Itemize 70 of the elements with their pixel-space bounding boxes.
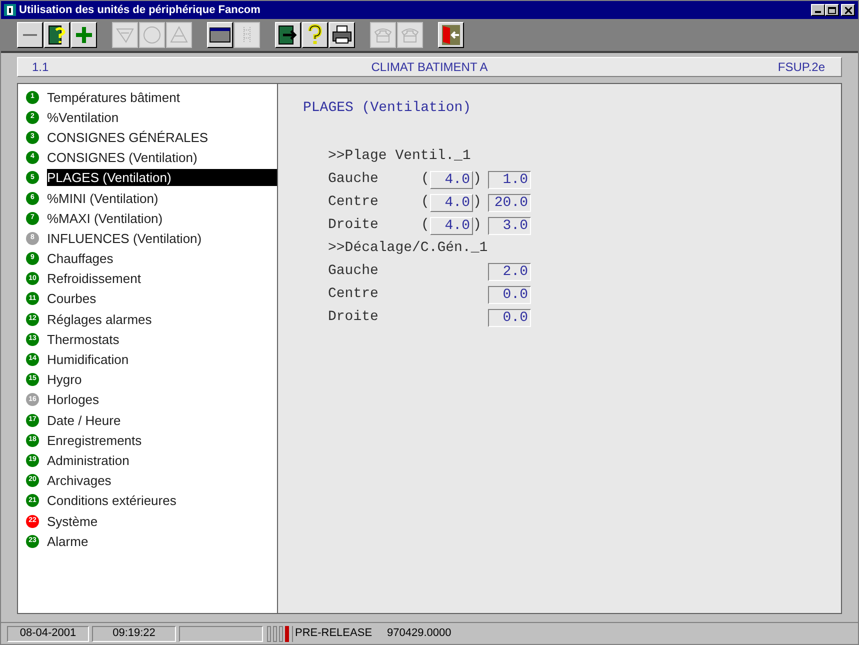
range-field: 4.0 xyxy=(430,194,473,212)
maximize-icon xyxy=(828,6,836,14)
minus-icon xyxy=(23,34,37,36)
menu-item[interactable]: %MAXI (Ventilation) xyxy=(47,210,277,227)
menu-item[interactable]: Réglages alarmes xyxy=(47,310,277,328)
open-parenthesis: ( xyxy=(421,170,430,189)
import-icon xyxy=(277,24,299,46)
menu-item[interactable]: Refroidissement xyxy=(47,270,277,288)
open-parenthesis: ( xyxy=(421,193,430,212)
range-field: 4.0 xyxy=(430,170,473,188)
app-icon xyxy=(4,4,16,16)
menu-item[interactable]: Humidification xyxy=(47,351,277,368)
param-label: Centre xyxy=(328,285,380,304)
menu-item[interactable]: PLAGES (Ventilation) xyxy=(47,169,277,186)
open-parenthesis: ( xyxy=(421,216,430,235)
version-label: 970429.0000 xyxy=(387,626,452,642)
param-label: Gauche xyxy=(328,262,380,281)
book-help-icon xyxy=(46,24,68,46)
menu-item[interactable]: Températures bâtiment xyxy=(47,88,277,106)
exit-door-icon xyxy=(440,24,462,46)
menu-item[interactable]: CONSIGNES GÉNÉRALES xyxy=(47,128,277,146)
section-label: >>Décalage/C.Gén._1 xyxy=(328,239,488,258)
menu-item[interactable]: Alarme xyxy=(47,532,277,550)
menu-item[interactable]: Administration xyxy=(47,452,277,469)
menu-item[interactable]: INFLUENCES (Ventilation) xyxy=(47,230,277,247)
menu-item[interactable]: Courbes xyxy=(47,290,277,308)
menu-item[interactable]: Horloges xyxy=(47,391,277,408)
menu-item[interactable]: %MINI (Ventilation) xyxy=(47,190,277,207)
value-field[interactable]: 0.0 xyxy=(488,308,531,326)
printer-icon xyxy=(331,24,353,46)
window-title: Utilisation des unités de périphérique Fancom xyxy=(19,2,260,18)
value-field[interactable]: 1.0 xyxy=(488,170,531,188)
menu-item[interactable]: Conditions extérieures xyxy=(47,492,277,510)
circle-icon xyxy=(141,24,163,46)
menu-item[interactable]: CONSIGNES (Ventilation) xyxy=(47,149,277,166)
release-label: PRE-RELEASE xyxy=(292,626,372,642)
header-title: CLIMAT BATIMENT A xyxy=(370,59,489,76)
header-code: FSUP.2e xyxy=(776,59,826,76)
close-button[interactable] xyxy=(841,4,855,16)
menu-item[interactable]: Enregistrements xyxy=(47,432,277,449)
value-field[interactable]: 2.0 xyxy=(488,262,531,280)
plus-icon xyxy=(73,24,95,46)
menu-item[interactable]: Thermostats xyxy=(47,330,277,348)
value-field[interactable]: 20.0 xyxy=(488,194,531,212)
param-label: Centre xyxy=(328,193,380,212)
close-parenthesis: ) xyxy=(473,193,482,212)
close-parenthesis: ) xyxy=(473,216,482,235)
maximize-button[interactable] xyxy=(825,4,839,16)
param-label: Droite xyxy=(328,308,380,327)
panel-title: PLAGES (Ventilation) xyxy=(303,99,472,118)
value-field[interactable]: 3.0 xyxy=(488,216,531,234)
param-label: Droite xyxy=(328,216,380,235)
status-indicator xyxy=(267,626,289,642)
close-parenthesis: ) xyxy=(473,170,482,189)
section-label: >>Plage Ventil._1 xyxy=(328,147,471,166)
menu-item[interactable]: Date / Heure xyxy=(47,412,277,429)
close-icon xyxy=(844,6,852,14)
header-number: 1.1 xyxy=(31,59,50,76)
minimize-button[interactable] xyxy=(811,4,825,16)
menu-item[interactable]: Système xyxy=(47,512,277,530)
status-time: 09:19:22 xyxy=(92,626,176,642)
menu-item[interactable]: %Ventilation xyxy=(47,108,277,126)
status-date: 08-04-2001 xyxy=(7,626,89,642)
menu-item[interactable]: Archivages xyxy=(47,472,277,490)
param-label: Gauche xyxy=(328,170,380,189)
range-field: 4.0 xyxy=(430,216,473,234)
menu-item[interactable]: Hygro xyxy=(47,371,277,388)
value-field[interactable]: 0.0 xyxy=(488,286,531,304)
minimize-icon xyxy=(815,11,821,13)
menu-item[interactable]: Chauffages xyxy=(47,250,277,268)
